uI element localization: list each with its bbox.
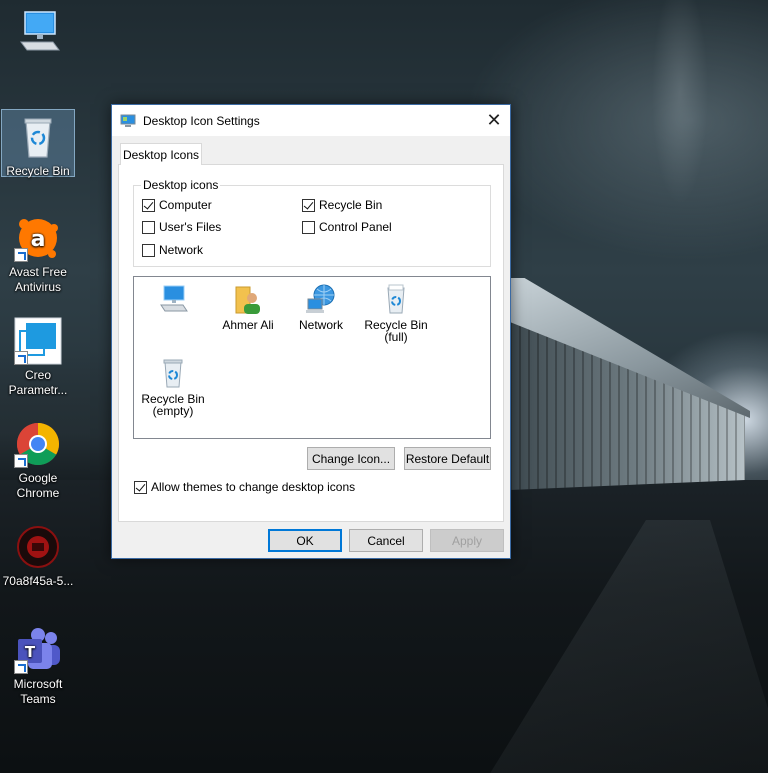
shortcut-arrow-icon [14, 660, 28, 674]
apply-button[interactable]: Apply [430, 529, 504, 552]
list-item-recycle-bin-empty[interactable]: Recycle Bin (empty) [136, 357, 210, 417]
list-item-recycle-bin-full[interactable]: Recycle Bin (full) [359, 283, 433, 343]
list-item-label: Ahmer Ali [222, 318, 274, 332]
recycle-bin-icon [14, 113, 62, 161]
wallpaper-smoke [560, 0, 760, 230]
desktop-icon-label: 70a8f45a-5... [2, 574, 74, 588]
groupbox-label: Desktop icons [141, 178, 221, 192]
list-item-computer[interactable] [136, 283, 210, 319]
desktop-icon-label: Avast Free Antivirus [9, 265, 67, 294]
desktop-icon-unknown-file[interactable]: 70a8f45a-5... [1, 523, 75, 589]
desktop-icon-creo[interactable]: Creo Parametr... [1, 317, 75, 398]
checkbox-box[interactable] [302, 220, 315, 234]
desktop-icon-recycle-bin[interactable]: Recycle Bin [1, 109, 75, 178]
computer-checkbox[interactable]: Computer [142, 198, 212, 212]
red-emblem-icon [14, 523, 62, 571]
user-folder-icon [232, 283, 264, 315]
tab-desktop-icons[interactable]: Desktop Icons [120, 143, 202, 165]
desktop-icon-chrome[interactable]: Google Chrome [1, 420, 75, 501]
recycle-bin-full-icon [380, 283, 412, 315]
chrome-icon [14, 420, 62, 468]
restore-default-button[interactable]: Restore Default [404, 447, 491, 470]
desktop-icon-avast[interactable]: a Avast Free Antivirus [1, 214, 75, 295]
recycle-bin-empty-icon [157, 357, 189, 389]
dialog-title: Desktop Icon Settings [143, 113, 260, 128]
close-button[interactable]: ✕ [478, 105, 510, 136]
cancel-button[interactable]: Cancel [349, 529, 423, 552]
desktop-icon-this-pc[interactable] [2, 8, 76, 59]
change-icon-button[interactable]: Change Icon... [307, 447, 395, 470]
list-item-user-folder[interactable]: Ahmer Ali [211, 283, 285, 331]
desktop-icon-teams[interactable]: T Microsoft Teams [1, 626, 75, 707]
close-icon: ✕ [486, 110, 502, 130]
avast-icon: a [14, 214, 62, 262]
recycle-bin-checkbox[interactable]: Recycle Bin [302, 198, 382, 212]
desktop-icon-settings-dialog: Desktop Icon Settings ✕ Desktop Icons De… [111, 104, 511, 559]
creo-icon [14, 317, 62, 365]
checkbox-label: Network [159, 243, 204, 257]
checkbox-box[interactable] [302, 198, 315, 212]
svg-text:a: a [31, 227, 46, 252]
desktop-icon-label: Microsoft Teams [13, 677, 63, 706]
checkbox-label: Computer [159, 198, 212, 212]
checkbox-label: Control Panel [319, 220, 392, 234]
users-files-checkbox[interactable]: User's Files [142, 220, 221, 234]
control-panel-checkbox[interactable]: Control Panel [302, 220, 392, 234]
allow-themes-checkbox[interactable]: Allow themes to change desktop icons [134, 480, 355, 494]
checkbox-box[interactable] [142, 220, 155, 234]
shortcut-arrow-icon [14, 351, 28, 365]
icon-list[interactable]: Ahmer Ali Network Recycle Bin (full) Rec… [133, 276, 491, 439]
checkbox-label: Allow themes to change desktop icons [151, 480, 356, 494]
checkbox-box[interactable] [142, 243, 155, 257]
dialog-titlebar[interactable]: Desktop Icon Settings ✕ [112, 105, 510, 136]
shortcut-arrow-icon [14, 454, 28, 468]
list-item-network[interactable]: Network [284, 283, 358, 331]
list-item-sublabel: (full) [384, 330, 408, 344]
dialog-app-icon [120, 113, 136, 129]
checkbox-box[interactable] [134, 480, 147, 494]
shortcut-arrow-icon [14, 248, 28, 262]
ok-button[interactable]: OK [268, 529, 342, 552]
teams-icon: T [14, 626, 62, 674]
computer-icon [157, 283, 189, 315]
checkbox-label: User's Files [159, 220, 222, 234]
tab-panel: Desktop icons Computer Recycle Bin User'… [118, 164, 504, 522]
desktop-icon-label: Google Chrome [16, 471, 60, 500]
svg-text:T: T [25, 643, 36, 661]
network-checkbox[interactable]: Network [142, 243, 203, 257]
checkbox-label: Recycle Bin [319, 198, 383, 212]
desktop-icons-groupbox: Desktop icons Computer Recycle Bin User'… [133, 178, 491, 267]
desktop-icon-label: Creo Parametr... [8, 368, 68, 397]
computer-icon [15, 8, 63, 56]
checkbox-box[interactable] [142, 198, 155, 212]
network-icon [305, 283, 337, 315]
list-item-sublabel: (empty) [152, 404, 194, 418]
desktop-icon-label: Recycle Bin [6, 164, 70, 178]
list-item-label: Network [298, 318, 343, 332]
